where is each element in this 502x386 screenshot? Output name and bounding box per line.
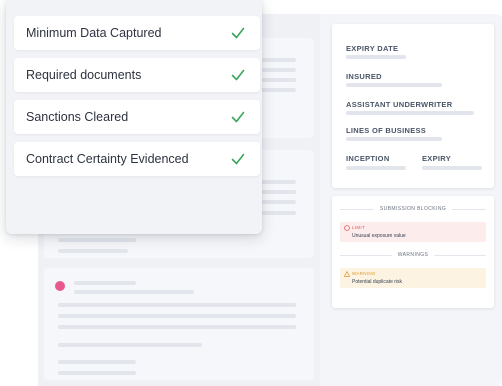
warning-message: Potential duplicate risk: [352, 279, 403, 285]
skeleton-line: [58, 343, 202, 347]
skeleton-line: [260, 200, 296, 204]
skeleton-line: [58, 325, 296, 329]
assistant-underwriter-value: [346, 111, 474, 115]
warning-tag: WARNING: [352, 271, 376, 276]
assistant-underwriter-label: ASSISTANT UNDERWRITER: [346, 100, 453, 109]
skeleton-line: [260, 78, 296, 82]
checkmark-icon: [231, 153, 245, 165]
skeleton-line: [260, 190, 296, 194]
expiry-label: EXPIRY: [422, 154, 452, 163]
submission-blocking-heading: SUBMISSION BLOCKING: [340, 204, 487, 214]
insured-value: [346, 83, 442, 87]
inception-value: [346, 166, 406, 170]
skeleton-line: [74, 281, 136, 285]
skeleton-line: [58, 303, 296, 307]
checkmark-icon: [231, 69, 245, 81]
risk-details-panel: EXPIRY DATE INSURED ASSISTANT UNDERWRITE…: [332, 24, 494, 188]
readiness-checklist: Minimum Data Captured Required documents…: [6, 0, 262, 234]
skeleton-line: [260, 88, 296, 92]
expiry-date-value: [346, 55, 406, 59]
alert-circle-icon: [344, 225, 350, 231]
checklist-item-required-documents[interactable]: Required documents: [14, 58, 260, 92]
checklist-item-contract-certainty[interactable]: Contract Certainty Evidenced: [14, 142, 260, 176]
avatar: [55, 281, 65, 291]
checkmark-icon: [231, 27, 245, 39]
skeleton-line: [58, 314, 296, 318]
checklist-item-label: Sanctions Cleared: [26, 110, 129, 124]
limit-message: Unusual exposure value: [352, 233, 406, 239]
warning-alert[interactable]: WARNING Potential duplicate risk: [340, 268, 486, 288]
skeleton-line: [260, 180, 296, 184]
skeleton-line: [260, 211, 296, 215]
checkmark-icon: [231, 111, 245, 123]
expiry-value: [422, 166, 482, 170]
limit-tag: LIMIT: [352, 225, 366, 230]
skeleton-line: [58, 360, 136, 364]
skeleton-line: [58, 238, 136, 242]
submission-blocking-panel: SUBMISSION BLOCKING LIMIT Unusual exposu…: [332, 196, 494, 308]
skeleton-line: [58, 249, 128, 253]
limit-alert[interactable]: LIMIT Unusual exposure value: [340, 222, 486, 242]
warnings-heading: WARNINGS: [340, 250, 487, 260]
inception-label: INCEPTION: [346, 154, 390, 163]
skeleton-line: [58, 371, 136, 375]
expiry-date-label: EXPIRY DATE: [346, 44, 399, 53]
checklist-item-label: Minimum Data Captured: [26, 26, 162, 40]
skeleton-line: [260, 58, 296, 62]
warning-triangle-icon: [344, 271, 350, 277]
skeleton-line: [74, 290, 194, 294]
lines-of-business-label: LINES OF BUSINESS: [346, 126, 427, 135]
checklist-item-label: Required documents: [26, 68, 142, 82]
insured-label: INSURED: [346, 72, 382, 81]
lines-of-business-value: [346, 137, 442, 141]
checklist-item-sanctions-cleared[interactable]: Sanctions Cleared: [14, 100, 260, 134]
skeleton-line: [260, 68, 296, 72]
checklist-item-minimum-data[interactable]: Minimum Data Captured: [14, 16, 260, 50]
checklist-item-label: Contract Certainty Evidenced: [26, 152, 189, 166]
